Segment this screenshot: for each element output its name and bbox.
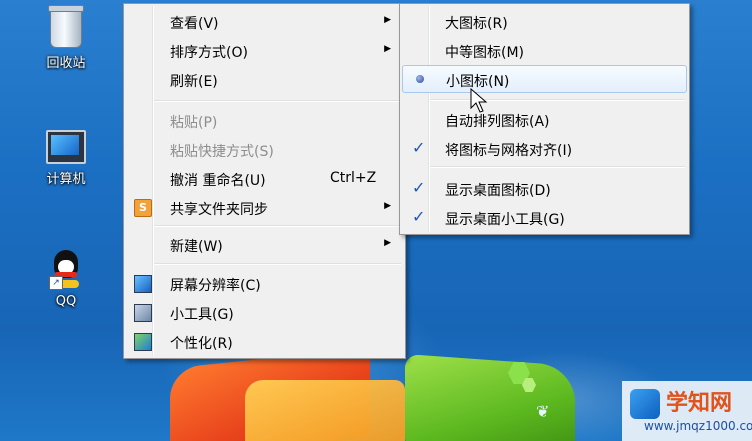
menu-separator [430, 166, 685, 168]
desktop-context-menu: 查看(V) ▶ 排序方式(O) ▶ 刷新(E) 粘贴(P) 粘贴快捷方式(S) … [123, 3, 406, 359]
submenu-item-show-desktop-icons[interactable]: ✓ 显示桌面图标(D) [402, 175, 687, 201]
recycle-bin-icon [48, 5, 84, 48]
personalize-icon [134, 333, 152, 351]
qq-penguin-icon: ↗ [49, 250, 83, 290]
submenu-item-show-gadgets[interactable]: ✓ 显示桌面小工具(G) [402, 204, 687, 230]
watermark-title: 学知网 [666, 391, 733, 416]
mouse-pointer-icon [470, 88, 488, 113]
menu-separator [430, 99, 685, 101]
share-sync-icon: S [134, 199, 152, 217]
submenu-arrow-icon: ▶ [384, 201, 391, 211]
menu-item-paste: 粘贴(P) [170, 115, 218, 131]
screen-resolution-icon [134, 275, 152, 293]
menu-item-view[interactable]: 查看(V) ▶ [126, 8, 403, 34]
menu-item-screen-resolution[interactable]: 屏幕分辨率(C) [126, 270, 403, 296]
checkmark-icon: ✓ [412, 138, 426, 157]
watermark-url: www.jmqz1000.com [644, 419, 752, 433]
checkmark-icon: ✓ [412, 178, 426, 197]
menu-item-undo-rename[interactable]: 撤消 重命名(U) Ctrl+Z [126, 165, 403, 191]
menu-item-paste-shortcut: 粘贴快捷方式(S) [170, 144, 274, 160]
menu-item-sort-by[interactable]: 排序方式(O) ▶ [126, 37, 403, 63]
checkmark-icon: ✓ [412, 207, 426, 226]
submenu-item-large-icons[interactable]: 大图标(R) [402, 8, 687, 34]
desktop-icon-label: 回收站 [46, 56, 86, 71]
submenu-item-small-icons[interactable]: 小图标(N) [402, 65, 687, 93]
submenu-arrow-icon: ▶ [384, 15, 391, 25]
windows-logo-yellow-pane [245, 380, 405, 441]
desktop-icon-label: QQ [55, 294, 77, 309]
submenu-arrow-icon: ▶ [384, 44, 391, 54]
submenu-arrow-icon: ▶ [384, 238, 391, 248]
menu-item-personalize[interactable]: 个性化(R) [126, 328, 403, 354]
butterfly-icon: ❦ [536, 402, 550, 421]
menu-item-new[interactable]: 新建(W) ▶ [126, 231, 403, 257]
gadgets-icon [134, 304, 152, 322]
menu-item-refresh[interactable]: 刷新(E) [126, 66, 403, 92]
computer-icon [46, 130, 86, 164]
desktop-icon-label: 计算机 [46, 172, 86, 187]
desktop-icon-recycle-bin[interactable]: 回收站 [31, 5, 101, 71]
watermark: 学知网 www.jmqz1000.com [622, 381, 752, 441]
windows-logo-green-pane [405, 354, 575, 441]
menu-item-share-sync[interactable]: S 共享文件夹同步 ▶ [126, 194, 403, 220]
menu-separator [154, 263, 401, 265]
menu-item-gadgets[interactable]: 小工具(G) [126, 299, 403, 325]
submenu-item-align-to-grid[interactable]: ✓ 将图标与网格对齐(I) [402, 135, 687, 161]
desktop-icon-computer[interactable]: 计算机 [31, 130, 101, 187]
shortcut-arrow-icon: ↗ [49, 276, 63, 290]
submenu-item-auto-arrange[interactable]: 自动排列图标(A) [402, 106, 687, 132]
submenu-item-medium-icons[interactable]: 中等图标(M) [402, 37, 687, 63]
desktop-icon-qq[interactable]: ↗ QQ [31, 250, 101, 309]
view-submenu: 大图标(R) 中等图标(M) 小图标(N) 自动排列图标(A) ✓ 将图标与网格… [399, 3, 690, 235]
watermark-logo [630, 389, 660, 419]
shortcut-text: Ctrl+Z [330, 170, 377, 186]
menu-separator [154, 100, 401, 102]
menu-separator [154, 225, 401, 227]
radio-bullet-icon [416, 75, 424, 83]
